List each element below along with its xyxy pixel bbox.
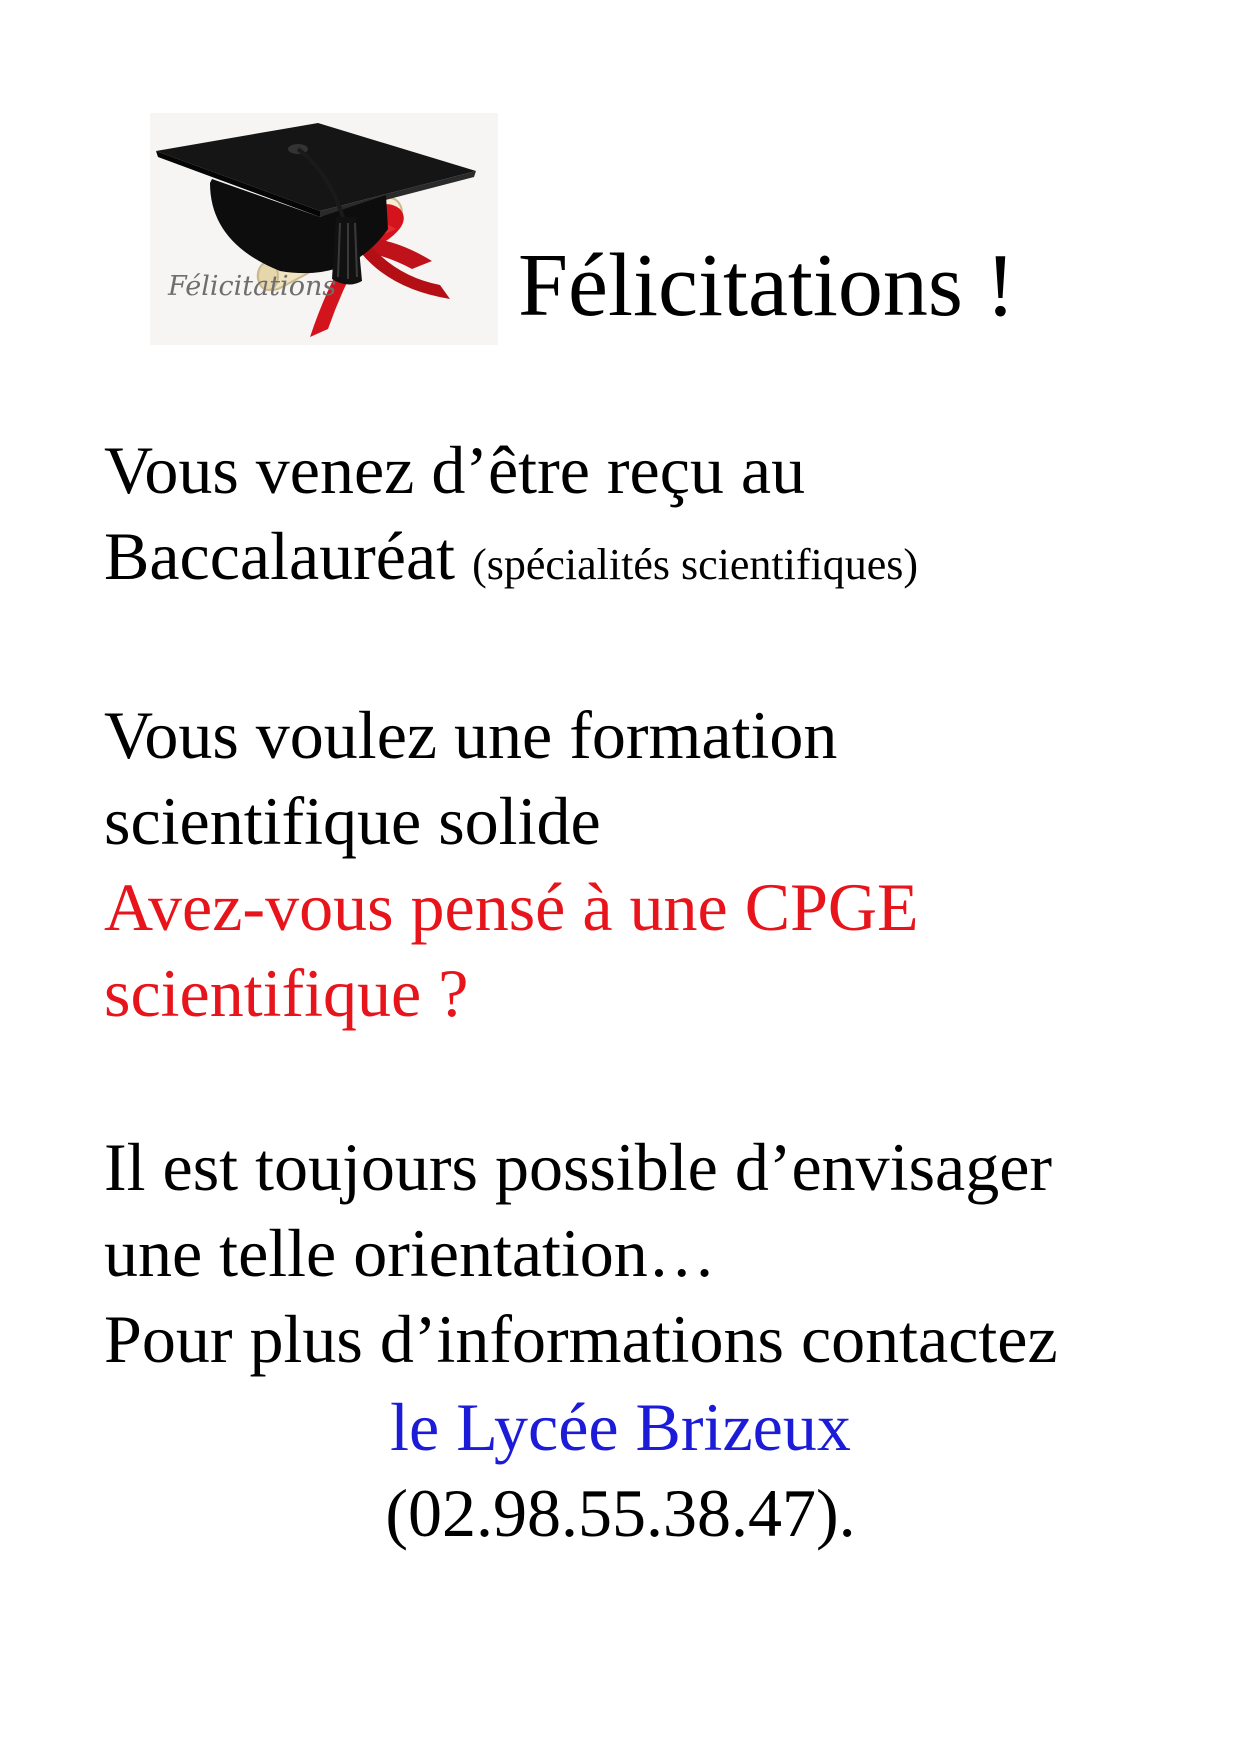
text-line: Vous venez d’être reçu au [104,432,806,508]
paragraph-contact: Il est toujours possible d’envisager une… [104,1124,1058,1382]
text-line: Vous voulez une formation [104,697,838,773]
phone-number: (02.98.55.38.47). [385,1475,856,1551]
text-line: Baccalauréat (spécialités scientifiques) [104,513,918,608]
paragraph-bac: Vous venez d’être reçu au Baccalauréat (… [104,427,918,608]
text-line: scientifique solide [104,783,601,859]
paragraph-formation: Vous voulez une formation scientifique s… [104,692,919,1036]
flyer-page: Félicitations Félicitations ! Vous venez… [0,0,1241,1755]
school-name: le Lycée Brizeux [390,1389,851,1465]
page-title: Félicitations ! [518,236,1016,335]
bac-label: Baccalauréat [104,518,456,594]
text-line: une telle orientation… [104,1215,716,1291]
graduation-cap-diploma-icon: Félicitations [150,113,498,345]
graduation-logo-graphic: Félicitations [150,113,498,345]
bac-specialty-note: (spécialités scientifiques) [472,540,919,589]
logo-script-text: Félicitations [167,271,336,302]
cpge-question-line: Avez-vous pensé à une CPGE [104,869,919,945]
text-line: Pour plus d’informations contactez [104,1301,1058,1377]
cpge-question-line: scientifique ? [104,955,469,1031]
text-line: Il est toujours possible d’envisager [104,1129,1053,1205]
